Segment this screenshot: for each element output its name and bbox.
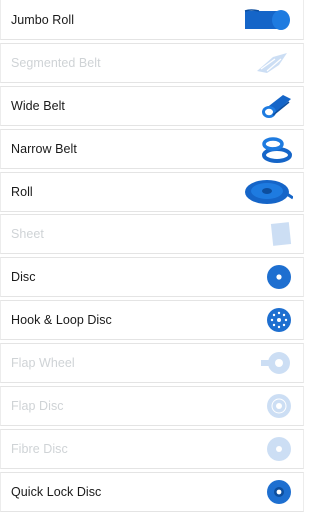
disc-icon: [241, 262, 293, 292]
list-item-narrow-belt[interactable]: Narrow Belt: [0, 128, 304, 169]
list-item-segmented-belt[interactable]: Segmented Belt: [0, 42, 304, 83]
item-label: Hook & Loop Disc: [11, 313, 112, 328]
fibre-disc-icon: [241, 434, 293, 464]
list-item-disc[interactable]: Disc: [0, 257, 304, 298]
list-item-fibre-disc[interactable]: Fibre Disc: [0, 428, 304, 469]
list-item-flap-disc[interactable]: Flap Disc: [0, 386, 304, 427]
list-item-roll[interactable]: Roll: [0, 171, 304, 212]
narrow-belt-icon: [241, 134, 293, 164]
list-item-sheet[interactable]: Sheet: [0, 214, 304, 255]
item-label: Disc: [11, 270, 36, 285]
flap-disc-icon: [241, 391, 293, 421]
item-label: Narrow Belt: [11, 141, 77, 156]
item-label: Flap Wheel: [11, 356, 75, 371]
hook-loop-disc-icon: [241, 305, 293, 335]
list-item-hook-loop-disc[interactable]: Hook & Loop Disc: [0, 300, 304, 341]
list-item-quick-lock-disc[interactable]: Quick Lock Disc: [0, 471, 304, 512]
item-label: Flap Disc: [11, 399, 64, 414]
flap-wheel-icon: [241, 348, 293, 378]
item-label: Quick Lock Disc: [11, 484, 102, 499]
sheet-icon: [241, 219, 293, 249]
product-type-list: Jumbo Roll Segmented Belt Wide Belt Narr…: [0, 0, 304, 512]
item-label: Sheet: [11, 227, 44, 242]
item-label: Roll: [11, 184, 33, 199]
item-label: Wide Belt: [11, 98, 65, 113]
jumbo-roll-icon: [241, 5, 293, 35]
item-label: Fibre Disc: [11, 441, 68, 456]
item-label: Segmented Belt: [11, 55, 101, 70]
list-item-wide-belt[interactable]: Wide Belt: [0, 85, 304, 126]
item-label: Jumbo Roll: [11, 12, 75, 27]
wide-belt-icon: [241, 91, 293, 121]
roll-icon: [241, 177, 293, 207]
list-item-jumbo-roll[interactable]: Jumbo Roll: [0, 0, 304, 40]
segmented-belt-icon: [241, 48, 293, 78]
quick-lock-disc-icon: [241, 477, 293, 507]
list-item-flap-wheel[interactable]: Flap Wheel: [0, 343, 304, 384]
